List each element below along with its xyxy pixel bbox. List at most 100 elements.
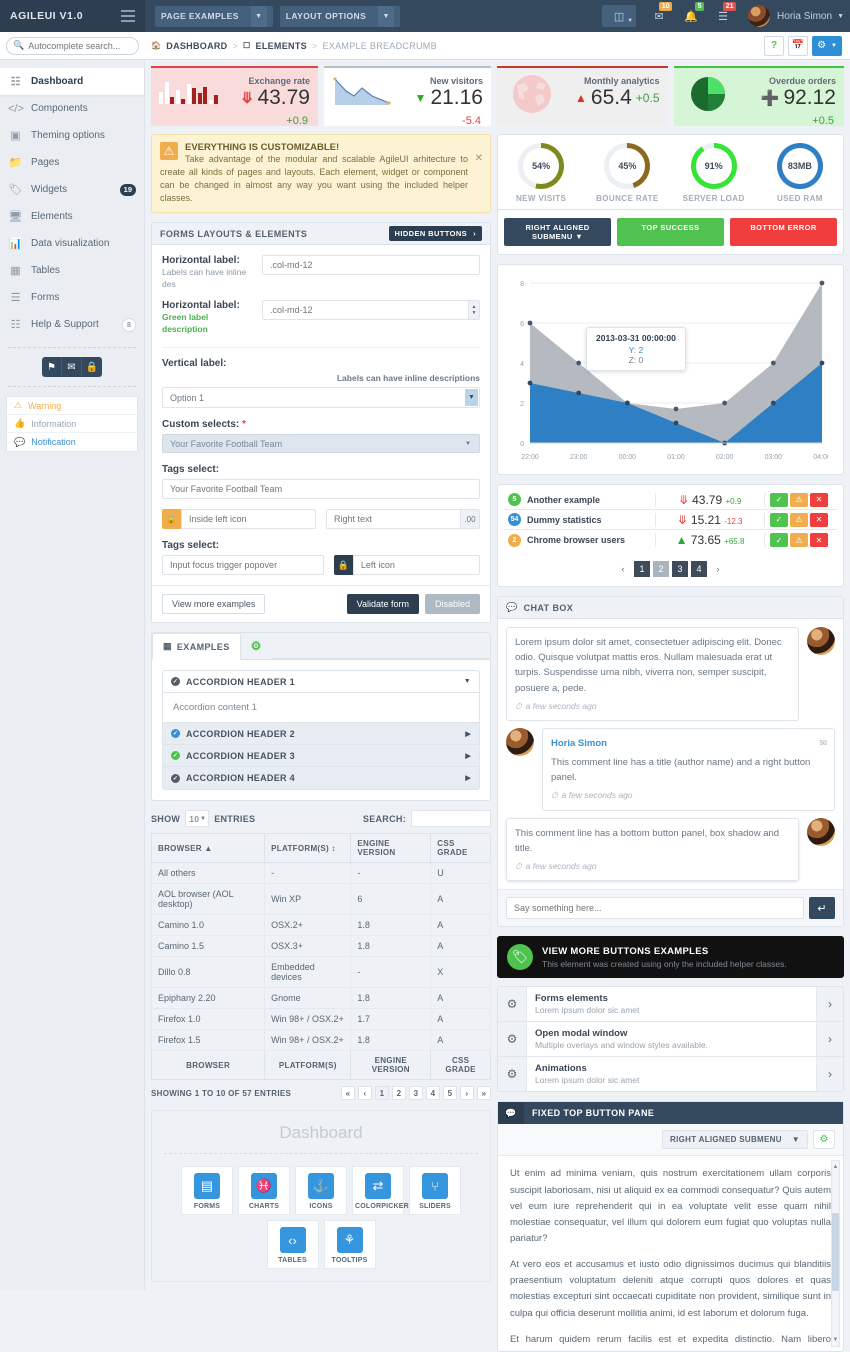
- dashboard-tile-icons[interactable]: ⚓ ICONS: [295, 1166, 347, 1216]
- avatar[interactable]: [748, 5, 771, 27]
- pager-button[interactable]: ›: [460, 1086, 474, 1101]
- validate-form-button[interactable]: Validate form: [346, 594, 419, 615]
- stat-pager-button[interactable]: 1: [634, 561, 650, 577]
- left-icon-input[interactable]: [352, 555, 480, 576]
- mail-icon[interactable]: ✉: [819, 736, 827, 750]
- tab-examples[interactable]: ▦ EXAMPLES: [152, 633, 241, 661]
- kpi-monthly-analytics[interactable]: Monthly analytics ▲ 65.4 +0.5: [497, 66, 668, 126]
- table-row[interactable]: Camino 1.0 OSX.2+ 1.8 A: [150, 914, 491, 937]
- close-icon[interactable]: ✕: [810, 533, 828, 547]
- kpi-new-visitors[interactable]: New visitors ▼ 21.16 -5.4: [324, 66, 491, 127]
- breadcrumb-item-dashboard[interactable]: DASHBOARD: [166, 41, 227, 51]
- table-row[interactable]: AOL browser (AOL desktop) Win XP 6 A: [150, 883, 491, 916]
- pager-button[interactable]: «: [341, 1086, 355, 1101]
- sidebar-item-tables[interactable]: ▦ Tables: [0, 257, 144, 284]
- tab-settings[interactable]: ⚙: [241, 633, 272, 659]
- sidebar-alert-notification[interactable]: 💬 Notification: [7, 433, 137, 451]
- table-row[interactable]: Firefox 1.5 Win 98+ / OSX.2+ 1.8 A: [150, 1029, 491, 1052]
- fixed-pane-submenu-button[interactable]: RIGHT ALIGNED SUBMENU ▼: [662, 1130, 808, 1150]
- sidebar-item-widgets[interactable]: 🏷 Widgets 19: [0, 176, 144, 203]
- stat-row[interactable]: 2 Chrome browser users ▲ 73.65 +65.8 ✓ ⚠ ✕: [504, 530, 837, 550]
- sidebar-item-forms[interactable]: ☰ Forms: [0, 284, 144, 311]
- table-row[interactable]: Dillo 0.8 Embedded devices - X: [150, 956, 491, 989]
- avatar[interactable]: [506, 728, 534, 757]
- sidebar-item-pages[interactable]: 📁 Pages: [0, 149, 144, 176]
- mail-icon[interactable]: ✉ 10: [644, 0, 674, 32]
- option-select[interactable]: Option 1 ▼: [162, 387, 480, 409]
- stat-pager-button[interactable]: 3: [672, 561, 688, 577]
- dashboard-tile-tables[interactable]: ‹› TABLES: [266, 1220, 319, 1270]
- pager-button[interactable]: »: [477, 1086, 491, 1101]
- top-success-button[interactable]: TOP SUCCESS: [617, 218, 724, 246]
- inside-left-icon-input[interactable]: [180, 509, 316, 530]
- dashboard-tile-forms[interactable]: ▤ FORMS: [181, 1166, 233, 1216]
- chevron-down-icon[interactable]: ▼: [250, 5, 267, 27]
- kpi-exchange-rate[interactable]: Exchange rate ⤋ 43.79 +0.9: [151, 66, 318, 127]
- close-icon[interactable]: ✕: [475, 153, 483, 164]
- warning-icon[interactable]: ⚠: [790, 533, 808, 547]
- accordion-header-1[interactable]: ✓ ACCORDION HEADER 1 ▼: [163, 671, 479, 694]
- sidebar-item-data-visualization[interactable]: 📊 Data visualization: [0, 230, 144, 257]
- approve-icon[interactable]: ✓: [770, 533, 788, 547]
- screen-icon[interactable]: ◫ ▼: [602, 5, 637, 27]
- scroll-up-icon[interactable]: ▲: [832, 1162, 839, 1172]
- sidebar-alert-warning[interactable]: ⚠ Warning: [7, 397, 137, 415]
- page-size-select[interactable]: 10 ▼: [185, 810, 210, 828]
- sidebar-toggle-icon[interactable]: [121, 10, 135, 22]
- col-css-grade[interactable]: CSS GRADE: [430, 833, 491, 864]
- warning-icon[interactable]: ⚠: [790, 512, 808, 527]
- pager-button[interactable]: 1: [375, 1086, 389, 1101]
- close-icon[interactable]: ✕: [810, 512, 828, 527]
- sidebar-item-help-support[interactable]: ☷ Help & Support 8: [0, 311, 144, 338]
- bell-icon[interactable]: 🔔 5: [676, 0, 706, 32]
- brand[interactable]: AGILEUI V1.0: [0, 0, 145, 32]
- sidebar-item-dashboard[interactable]: ☷ Dashboard: [0, 68, 144, 95]
- avatar[interactable]: [807, 627, 835, 655]
- colmd12-input-2[interactable]: [262, 300, 480, 321]
- search-box[interactable]: 🔍: [6, 36, 139, 55]
- link-list-item[interactable]: ⚙ Animations Lorem ipsum dolor sic amet ›: [498, 1057, 843, 1092]
- area-chart[interactable]: 0 2 4 6 8 22:00 23:00 00:00 01:00 02:00 03:00 04:00: [504, 273, 831, 469]
- accordion-header-2[interactable]: ✓ ACCORDION HEADER 2 ▶: [163, 723, 479, 746]
- dashboard-tile-sliders[interactable]: ⑂ SLIDERS: [409, 1166, 461, 1216]
- accordion-header-3[interactable]: ✓ ACCORDION HEADER 3 ▶: [163, 745, 479, 768]
- breadcrumb-item-elements[interactable]: ELEMENTS: [256, 41, 307, 51]
- nav-page-examples[interactable]: PAGE EXAMPLES ▼: [155, 5, 273, 27]
- table-row[interactable]: Firefox 1.0 Win 98+ / OSX.2+ 1.7 A: [150, 1008, 491, 1031]
- donut-bounce-rate[interactable]: 45% BOUNCE RATE: [584, 143, 670, 203]
- col-browser[interactable]: BROWSER ▲: [150, 833, 266, 864]
- stat-pager-button[interactable]: ‹: [615, 561, 631, 577]
- tasks-icon[interactable]: ☰ 21: [708, 0, 738, 32]
- view-more-examples-button[interactable]: View more examples: [162, 594, 266, 615]
- donut-server-load[interactable]: 91% SERVER LOAD: [671, 143, 757, 203]
- help-button[interactable]: ?: [764, 35, 785, 56]
- inbox-icon[interactable]: ✉: [62, 357, 82, 377]
- table-row[interactable]: All others - - U: [150, 862, 491, 885]
- settings-button[interactable]: ⚙ ▼: [812, 35, 842, 56]
- bottom-error-button[interactable]: BOTTOM ERROR: [730, 218, 837, 246]
- pager-button[interactable]: 3: [409, 1086, 423, 1101]
- stat-pager-button[interactable]: ›: [710, 561, 726, 577]
- stat-pager-button[interactable]: 4: [691, 561, 707, 577]
- kpi-overdue-orders[interactable]: Overdue orders ➕ 92.12 +0.5: [673, 66, 844, 127]
- scrollbar[interactable]: ▲ ▼: [831, 1160, 840, 1348]
- chevron-down-icon[interactable]: ▼: [378, 5, 395, 27]
- link-list-item[interactable]: ⚙ Open modal window Multiple overlays and …: [498, 1022, 843, 1058]
- scroll-down-icon[interactable]: ▼: [832, 1335, 839, 1345]
- quantity-stepper[interactable]: ▲ ▼: [468, 301, 479, 320]
- calendar-icon[interactable]: 📅: [788, 35, 809, 56]
- sidebar-item-theming-options[interactable]: ▣ Theming options: [0, 122, 144, 149]
- nav-layout-options[interactable]: LAYOUT OPTIONS ▼: [279, 5, 401, 27]
- stat-row[interactable]: 54 Dummy statistics ⤋ 15.21 -12.3 ✓ ⚠ ✕: [504, 510, 837, 530]
- lock-icon[interactable]: 🔒: [82, 357, 102, 377]
- pager-button[interactable]: 4: [426, 1086, 440, 1101]
- hidden-buttons-button[interactable]: HIDDEN BUTTONS ›: [388, 226, 482, 242]
- approve-icon[interactable]: ✓: [770, 512, 788, 527]
- dashboard-tile-colorpickers[interactable]: ⇄ COLORPICKERS: [352, 1166, 414, 1216]
- approve-icon[interactable]: ✓: [770, 492, 788, 507]
- table-row[interactable]: Epiphany 2.20 Gnome 1.8 A: [150, 987, 491, 1010]
- chat-input[interactable]: [506, 897, 804, 920]
- dashboard-tile-tooltips[interactable]: ⚘ TOOLTIPS: [323, 1220, 376, 1270]
- favorite-team-select[interactable]: Your Favorite Football Team ▼: [162, 434, 480, 454]
- reply-icon[interactable]: ↵: [809, 897, 835, 920]
